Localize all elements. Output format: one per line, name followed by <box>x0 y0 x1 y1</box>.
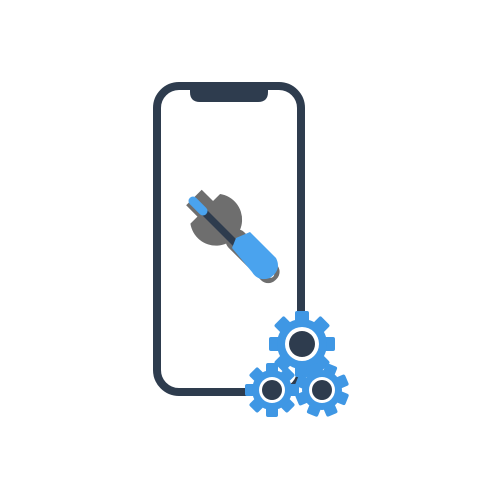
phone-repair-illustration <box>153 82 349 417</box>
illustration <box>0 0 500 500</box>
gear-small-left-icon <box>245 363 299 417</box>
gears-icon <box>245 311 349 417</box>
tools-icon <box>186 189 280 284</box>
phone-notch <box>190 86 268 102</box>
